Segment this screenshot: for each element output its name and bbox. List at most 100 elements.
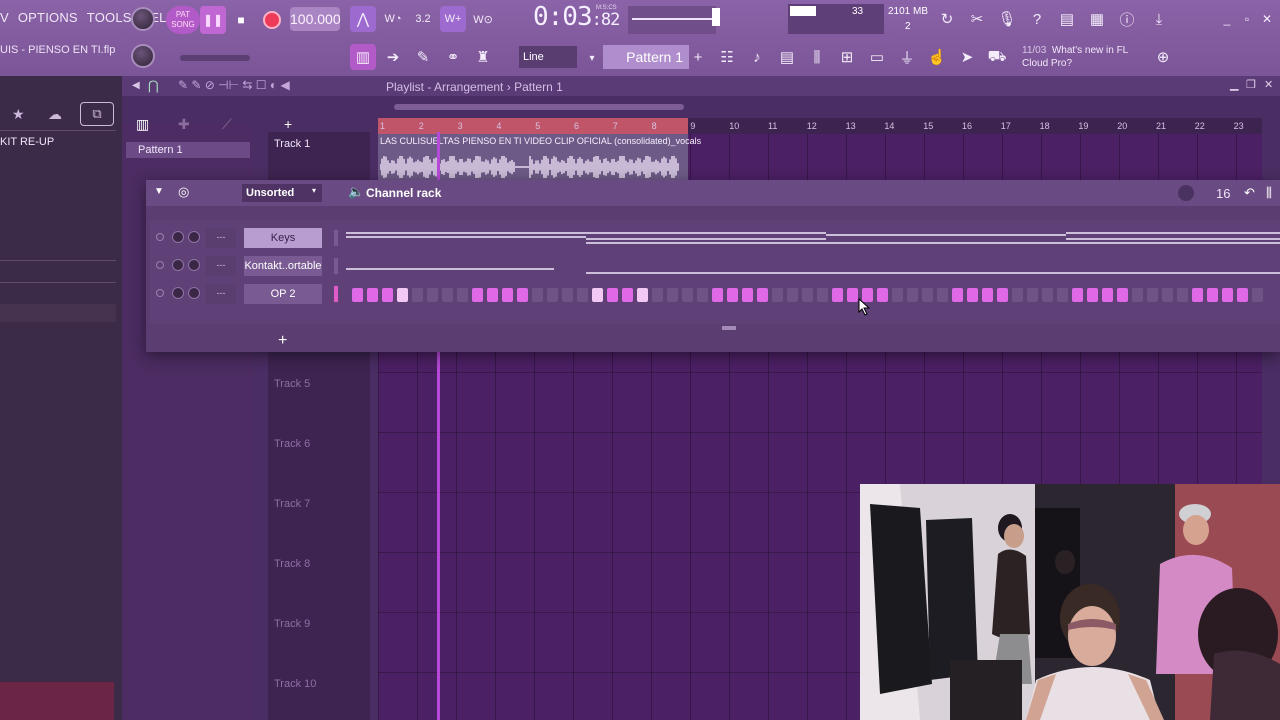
download-button[interactable]: ⤓ [1146, 6, 1172, 32]
step-button[interactable] [382, 288, 393, 302]
channel-mixer-route[interactable]: --- [206, 256, 236, 276]
touch-button[interactable]: ☝ [924, 44, 950, 70]
step-button[interactable] [907, 288, 918, 302]
pause-button[interactable]: ❚❚ [200, 6, 226, 34]
step-button[interactable] [997, 288, 1008, 302]
step-button[interactable] [577, 288, 588, 302]
playlist-window-button[interactable]: ☷ [714, 44, 740, 70]
step-button[interactable] [592, 288, 603, 302]
menu-item-view[interactable]: V [0, 10, 9, 25]
step-button[interactable] [1207, 288, 1218, 302]
step-button[interactable] [937, 288, 948, 302]
browser-button[interactable]: ⊞ [834, 44, 860, 70]
undo-button[interactable]: ↻ [934, 6, 960, 32]
step-button[interactable] [637, 288, 648, 302]
browser-item[interactable]: KIT RE-UP [0, 136, 54, 148]
track-label[interactable]: Track 9 [274, 618, 310, 630]
piano-icon[interactable]: ▥ [136, 116, 149, 133]
step-button[interactable] [532, 288, 543, 302]
channel-select-indicator[interactable] [334, 230, 338, 246]
step-button[interactable] [622, 288, 633, 302]
channel-pan-knob[interactable] [188, 259, 200, 271]
step-button[interactable] [427, 288, 438, 302]
draw-tool-button[interactable]: ✎ [410, 44, 436, 70]
countdown-button[interactable]: 3.2 [410, 6, 436, 32]
master-volume-knob[interactable] [131, 7, 155, 31]
globe-button[interactable]: ⊕ [1150, 44, 1176, 70]
step-button[interactable] [982, 288, 993, 302]
step-button[interactable] [1042, 288, 1053, 302]
track-label[interactable]: Track 7 [274, 498, 310, 510]
channel-mute-led[interactable] [156, 261, 164, 269]
magnet-icon[interactable]: ⋂ [148, 78, 159, 94]
channel-row[interactable]: --- OP 2 [150, 282, 1280, 306]
wait-input-button[interactable]: W◔ [380, 6, 406, 32]
blend-notes-button[interactable]: W⊙ [470, 6, 496, 32]
step-button[interactable] [472, 288, 483, 302]
pattern-prev-button[interactable]: ▾ [584, 45, 600, 71]
project-button[interactable]: ▭ [864, 44, 890, 70]
channel-row[interactable]: --- Kontakt..ortable [150, 254, 1280, 278]
step-button[interactable] [1162, 288, 1173, 302]
channel-row[interactable]: --- Keys [150, 226, 1280, 250]
step-button[interactable] [952, 288, 963, 302]
menu-item-tools[interactable]: TOOLS [87, 10, 132, 25]
menu-item-options[interactable]: OPTIONS [18, 10, 78, 25]
close-window-button[interactable]: ✕ [1254, 6, 1280, 32]
loop-region[interactable] [378, 118, 688, 134]
minimize-icon[interactable]: ▁ [1230, 78, 1238, 91]
step-button[interactable] [712, 288, 723, 302]
step-button[interactable] [742, 288, 753, 302]
step-button[interactable] [1132, 288, 1143, 302]
channel-mixer-route[interactable]: --- [206, 284, 236, 304]
track-label[interactable]: Track 10 [274, 678, 316, 690]
channel-name-button[interactable]: OP 2 [244, 284, 322, 304]
mixer-button[interactable]: ⫼ [804, 44, 830, 70]
channel-volume-knob[interactable] [172, 231, 184, 243]
playlist-menu-arrow-icon[interactable]: ◀ [132, 80, 140, 91]
step-button[interactable] [412, 288, 423, 302]
channel-pan-knob[interactable] [188, 287, 200, 299]
step-button[interactable] [877, 288, 888, 302]
channel-step-lane[interactable] [346, 226, 1280, 250]
channel-select-indicator[interactable] [334, 258, 338, 274]
step-button[interactable] [832, 288, 843, 302]
step-button[interactable] [1117, 288, 1128, 302]
step-button[interactable] [1102, 288, 1113, 302]
undo-icon[interactable]: ↶ [1244, 185, 1255, 201]
step-button[interactable] [787, 288, 798, 302]
track-label[interactable]: Track 5 [274, 378, 310, 390]
arrow-tool-button[interactable]: ➔ [380, 44, 406, 70]
step-button[interactable] [1192, 288, 1203, 302]
step-button[interactable] [1012, 288, 1023, 302]
step-button[interactable] [817, 288, 828, 302]
channel-step-lane[interactable] [346, 254, 1280, 278]
close-icon[interactable]: ✕ [1264, 78, 1273, 91]
channel-step-lane[interactable] [346, 282, 1280, 306]
channel-select-indicator[interactable] [334, 286, 338, 302]
info-button[interactable]: ⓘ [1114, 6, 1140, 32]
playlist-button[interactable]: ▥ [350, 44, 376, 70]
record-button[interactable] [263, 11, 281, 29]
track-label[interactable]: Track 1 [274, 138, 310, 150]
step-button[interactable] [487, 288, 498, 302]
step-button[interactable] [1057, 288, 1068, 302]
step-button[interactable] [967, 288, 978, 302]
playlist-horizontal-scrollbar[interactable] [394, 104, 684, 110]
step-button[interactable] [727, 288, 738, 302]
step-button[interactable] [1252, 288, 1263, 302]
add-pattern-button[interactable]: + [690, 44, 706, 70]
playlist-ruler[interactable]: 1 2 3 4 5 6 7 8 9 10 11 12 13 14 15 16 17 18 19 20 21 22 23 [378, 118, 1262, 134]
shop-button[interactable]: ⛟ [984, 44, 1010, 70]
stamp-button[interactable]: ♜ [470, 44, 496, 70]
star-icon[interactable]: ★ [12, 106, 25, 123]
add-track-icon[interactable]: + [284, 116, 292, 132]
step-button[interactable] [682, 288, 693, 302]
step-button[interactable] [697, 288, 708, 302]
step-button[interactable] [652, 288, 663, 302]
channel-mute-led[interactable] [156, 289, 164, 297]
channel-rack-button[interactable]: ▤ [774, 44, 800, 70]
step-button[interactable] [547, 288, 558, 302]
clip-icon[interactable]: ✚ [178, 116, 190, 133]
step-button[interactable] [1087, 288, 1098, 302]
